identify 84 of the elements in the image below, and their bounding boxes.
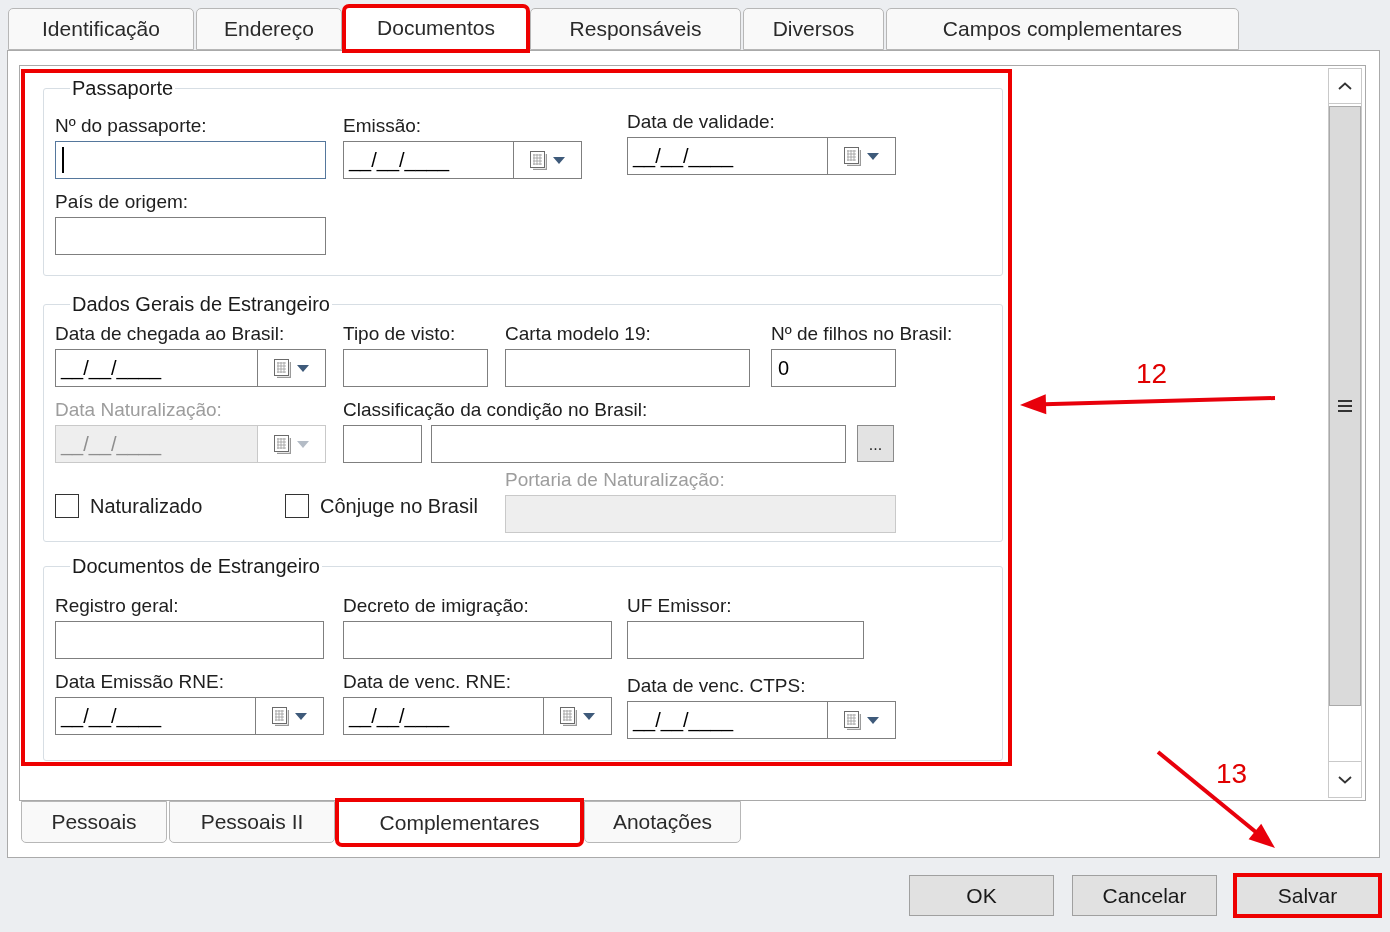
text-field[interactable] [55, 621, 324, 659]
field-label: Tipo de visto: [343, 322, 456, 346]
field-label: Nº do passaporte: [55, 114, 207, 138]
calendar-icon [530, 150, 547, 170]
tab[interactable]: Pessoais [21, 801, 167, 843]
lookup-code-field[interactable] [343, 425, 422, 463]
tab[interactable]: Documentos [344, 6, 528, 51]
lookup-button[interactable]: ... [857, 425, 894, 462]
field-label: Registro geral: [55, 594, 179, 618]
scrollbar-thumb[interactable] [1329, 106, 1361, 706]
field-label: Data de venc. CTPS: [627, 674, 806, 698]
field-label: Data Emissão RNE: [55, 670, 224, 694]
date-picker-button[interactable] [514, 141, 582, 179]
field-label: Classificação da condição no Brasil: [343, 398, 648, 422]
field-label: Nº de filhos no Brasil: [771, 322, 953, 346]
date-field[interactable]: __/__/____ [627, 137, 828, 175]
dialog-button[interactable]: OK [909, 875, 1054, 916]
calendar-icon [274, 434, 291, 454]
field-label: Decreto de imigração: [343, 594, 529, 618]
tab[interactable]: Campos complementares [886, 8, 1239, 50]
date-picker-button[interactable] [258, 349, 326, 387]
tab[interactable]: Identificação [8, 8, 194, 50]
dialog-button[interactable]: Cancelar [1072, 875, 1217, 916]
text-field[interactable] [343, 349, 488, 387]
text-field[interactable]: 0 [771, 349, 896, 387]
date-picker-button[interactable] [828, 701, 896, 739]
group-title: Passaporte [71, 76, 175, 100]
chevron-down-icon [1338, 775, 1352, 784]
callout-number: 12 [1136, 358, 1168, 390]
field-label: Carta modelo 19: [505, 322, 651, 346]
checkbox[interactable] [55, 494, 79, 518]
tab[interactable]: Diversos [743, 8, 884, 50]
tab[interactable]: Responsáveis [530, 8, 741, 50]
text-field[interactable] [505, 349, 750, 387]
field-label: País de origem: [55, 190, 189, 214]
caret-icon [867, 716, 879, 724]
calendar-icon [274, 358, 291, 378]
field-label: Data Naturalização: [55, 398, 222, 422]
checkbox-label: Naturalizado [90, 494, 203, 518]
calendar-icon [844, 146, 861, 166]
caret-icon [295, 712, 307, 720]
date-picker-button[interactable] [828, 137, 896, 175]
date-picker-button[interactable] [544, 697, 612, 735]
text-field[interactable] [55, 217, 326, 255]
caret-icon [583, 712, 595, 720]
field-label: Portaria de Naturalização: [505, 468, 725, 492]
date-picker-button[interactable] [258, 425, 326, 463]
lookup-description-field[interactable] [431, 425, 846, 463]
text-cursor-icon [62, 147, 64, 173]
caret-icon [297, 364, 309, 372]
tab[interactable]: Endereço [196, 8, 342, 50]
calendar-icon [560, 706, 577, 726]
date-field[interactable]: __/__/____ [55, 697, 256, 735]
field-label: Data de venc. RNE: [343, 670, 511, 694]
text-field[interactable] [343, 621, 612, 659]
date-field[interactable]: __/__/____ [343, 697, 544, 735]
date-picker-button[interactable] [256, 697, 324, 735]
text-field[interactable] [55, 141, 326, 179]
date-field[interactable]: __/__/____ [627, 701, 828, 739]
calendar-icon [844, 710, 861, 730]
caret-icon [867, 152, 879, 160]
grip-icon [1338, 399, 1352, 413]
tab[interactable]: Complementares [337, 800, 582, 845]
field-label: UF Emissor: [627, 594, 732, 618]
field-label: Data de validade: [627, 110, 775, 134]
dialog-button[interactable]: Salvar [1235, 875, 1380, 916]
checkbox[interactable] [285, 494, 309, 518]
field-label: Data de chegada ao Brasil: [55, 322, 285, 346]
checkbox-label: Cônjuge no Brasil [320, 494, 478, 518]
group-title: Documentos de Estrangeiro [71, 554, 321, 578]
text-field[interactable] [627, 621, 864, 659]
scroll-down-button[interactable] [1329, 761, 1361, 798]
date-field[interactable]: __/__/____ [343, 141, 514, 179]
field-label: Emissão: [343, 114, 422, 138]
caret-icon [553, 156, 565, 164]
tab[interactable]: Pessoais II [169, 801, 335, 843]
caret-icon [297, 440, 309, 448]
group-title: Dados Gerais de Estrangeiro [71, 292, 331, 316]
date-field[interactable]: __/__/____ [55, 349, 258, 387]
callout-number: 13 [1216, 758, 1248, 790]
calendar-icon [272, 706, 289, 726]
tab[interactable]: Anotações [584, 801, 741, 843]
chevron-up-icon [1338, 82, 1352, 90]
scroll-up-button[interactable] [1329, 68, 1361, 104]
